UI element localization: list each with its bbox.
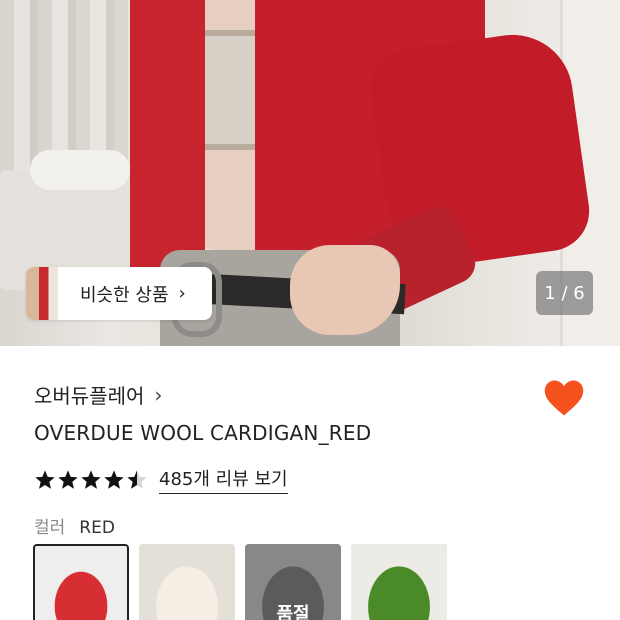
product-image[interactable]: 비슷한 상품 › 1 / 6 (0, 0, 620, 346)
chevron-right-icon: › (154, 382, 163, 407)
star-icon (35, 469, 55, 489)
color-swatch-green[interactable] (351, 544, 447, 620)
color-label: 컬러 (34, 518, 66, 538)
similar-products-label: 비슷한 상품 (80, 284, 169, 306)
color-swatch-cream[interactable] (139, 544, 235, 620)
brand-link[interactable]: 오버듀플레어 › (34, 380, 162, 409)
swatch-image (351, 544, 447, 620)
star-icon (58, 469, 78, 489)
color-swatches: 품절 (33, 544, 457, 620)
swatch-image (139, 544, 235, 620)
product-title: OVERDUE WOOL CARDIGAN_RED (34, 421, 372, 445)
chevron-right-icon: › (178, 283, 186, 304)
star-icon (127, 469, 147, 489)
heart-icon[interactable] (543, 378, 585, 418)
rating-row: 485개 리뷰 보기 (34, 465, 288, 494)
swatch-image (35, 546, 127, 620)
background-pillow (30, 150, 130, 190)
color-swatch-red[interactable] (33, 544, 129, 620)
similar-products-thumbnail (26, 267, 58, 320)
review-link[interactable]: 485개 리뷰 보기 (159, 465, 288, 494)
color-swatch-grey[interactable]: 품절 (245, 544, 341, 620)
color-selected-value: RED (79, 518, 115, 538)
model-hand (290, 245, 400, 335)
sold-out-label: 품절 (276, 604, 310, 620)
star-icon (104, 469, 124, 489)
brand-name: 오버듀플레어 (34, 384, 145, 408)
rating-stars (34, 469, 149, 491)
similar-products-button[interactable]: 비슷한 상품 › (26, 267, 212, 320)
image-counter: 1 / 6 (536, 271, 593, 315)
color-option-row: 컬러 RED (34, 513, 115, 538)
star-icon (81, 469, 101, 489)
